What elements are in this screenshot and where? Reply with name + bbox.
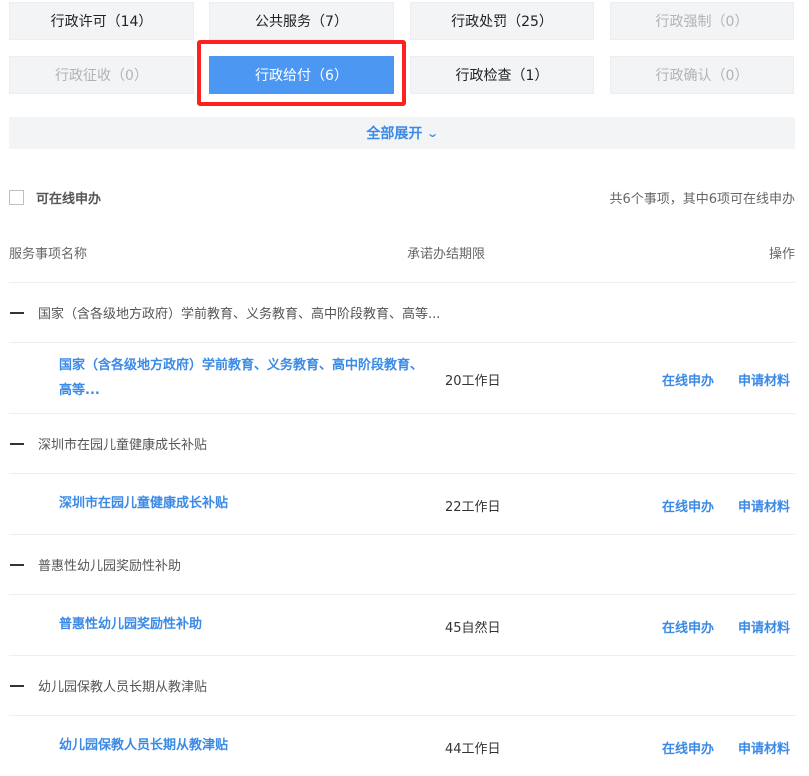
service-item-limit: 45自然日 [445, 621, 501, 636]
category-xingzheng-zhengshou[interactable]: 行政征收（0） [9, 56, 194, 94]
apply-online-link[interactable]: 在线申办 [662, 370, 714, 389]
service-item-name[interactable]: 幼儿园保教人员长期从教津贴 [59, 733, 429, 758]
group-row[interactable]: 深圳市在园儿童健康成长补贴 [9, 413, 795, 473]
service-item-name[interactable]: 深圳市在园儿童健康成长补贴 [59, 491, 429, 516]
expand-all-label: 全部展开 [366, 126, 423, 142]
service-item-limit: 44工作日 [445, 742, 501, 757]
table-row: 普惠性幼儿园奖励性补助 45自然日 在线申办 申请材料 [9, 594, 795, 655]
group-title: 深圳市在园儿童健康成长补贴 [38, 438, 208, 453]
collapse-icon[interactable] [10, 311, 24, 314]
category-xingzheng-queren[interactable]: 行政确认（0） [610, 56, 794, 94]
table-row: 深圳市在园儿童健康成长补贴 22工作日 在线申办 申请材料 [9, 473, 795, 534]
header-operation: 操作 [768, 247, 795, 262]
service-item-limit: 22工作日 [445, 500, 501, 515]
online-filter-label[interactable]: 可在线申办 [36, 188, 101, 207]
apply-online-link[interactable]: 在线申办 [662, 617, 714, 636]
category-xingzheng-geifu[interactable]: 行政给付（6） [209, 56, 394, 94]
table-header: 服务事项名称 承诺办结期限 操作 [9, 240, 795, 264]
category-xingzheng-xuke[interactable]: 行政许可（14） [9, 2, 194, 40]
apply-online-link[interactable]: 在线申办 [662, 738, 714, 757]
category-grid: 行政许可（14） 公共服务（7） 行政处罚（25） 行政强制（0） 行政征收（0… [0, 0, 809, 106]
header-service-name: 服务事项名称 [9, 247, 88, 262]
apply-online-link[interactable]: 在线申办 [662, 496, 714, 515]
group-row[interactable]: 国家（含各级地方政府）学前教育、义务教育、高中阶段教育、高等... [9, 282, 795, 342]
collapse-icon[interactable] [10, 684, 24, 687]
service-item-name[interactable]: 国家（含各级地方政府）学前教育、义务教育、高中阶段教育、高等... [59, 353, 429, 403]
collapse-icon[interactable] [10, 442, 24, 445]
group-title: 幼儿园保教人员长期从教津贴 [38, 680, 208, 695]
group-title: 国家（含各级地方政府）学前教育、义务教育、高中阶段教育、高等... [38, 307, 441, 322]
service-item-name[interactable]: 普惠性幼儿园奖励性补助 [59, 612, 429, 637]
group-row[interactable]: 幼儿园保教人员长期从教津贴 [9, 655, 795, 715]
category-xingzheng-qiangzhi[interactable]: 行政强制（0） [610, 2, 794, 40]
category-xingzheng-jiancha[interactable]: 行政检查（1） [410, 56, 594, 94]
application-materials-link[interactable]: 申请材料 [738, 617, 790, 636]
header-time-limit: 承诺办结期限 [407, 247, 486, 262]
application-materials-link[interactable]: 申请材料 [738, 370, 790, 389]
category-gonggong-fuwu[interactable]: 公共服务（7） [209, 2, 394, 40]
table-row: 国家（含各级地方政府）学前教育、义务教育、高中阶段教育、高等... 20工作日 … [9, 342, 795, 413]
table-row: 幼儿园保教人员长期从教津贴 44工作日 在线申办 申请材料 [9, 715, 795, 776]
expand-all-button[interactable]: 全部展开 ⌄ [9, 117, 795, 149]
application-materials-link[interactable]: 申请材料 [738, 738, 790, 757]
chevron-down-icon: ⌄ [426, 126, 440, 140]
application-materials-link[interactable]: 申请材料 [738, 496, 790, 515]
group-row[interactable]: 普惠性幼儿园奖励性补助 [9, 534, 795, 594]
online-checkbox[interactable] [9, 189, 24, 205]
service-item-limit: 20工作日 [445, 374, 501, 389]
group-title: 普惠性幼儿园奖励性补助 [38, 559, 182, 574]
category-xingzheng-chufa[interactable]: 行政处罚（25） [410, 2, 594, 40]
items-summary: 共6个事项，其中6项可在线申办 [609, 191, 795, 207]
collapse-icon[interactable] [10, 563, 24, 566]
online-filter-row: 可在线申办 共6个事项，其中6项可在线申办 [9, 186, 795, 208]
